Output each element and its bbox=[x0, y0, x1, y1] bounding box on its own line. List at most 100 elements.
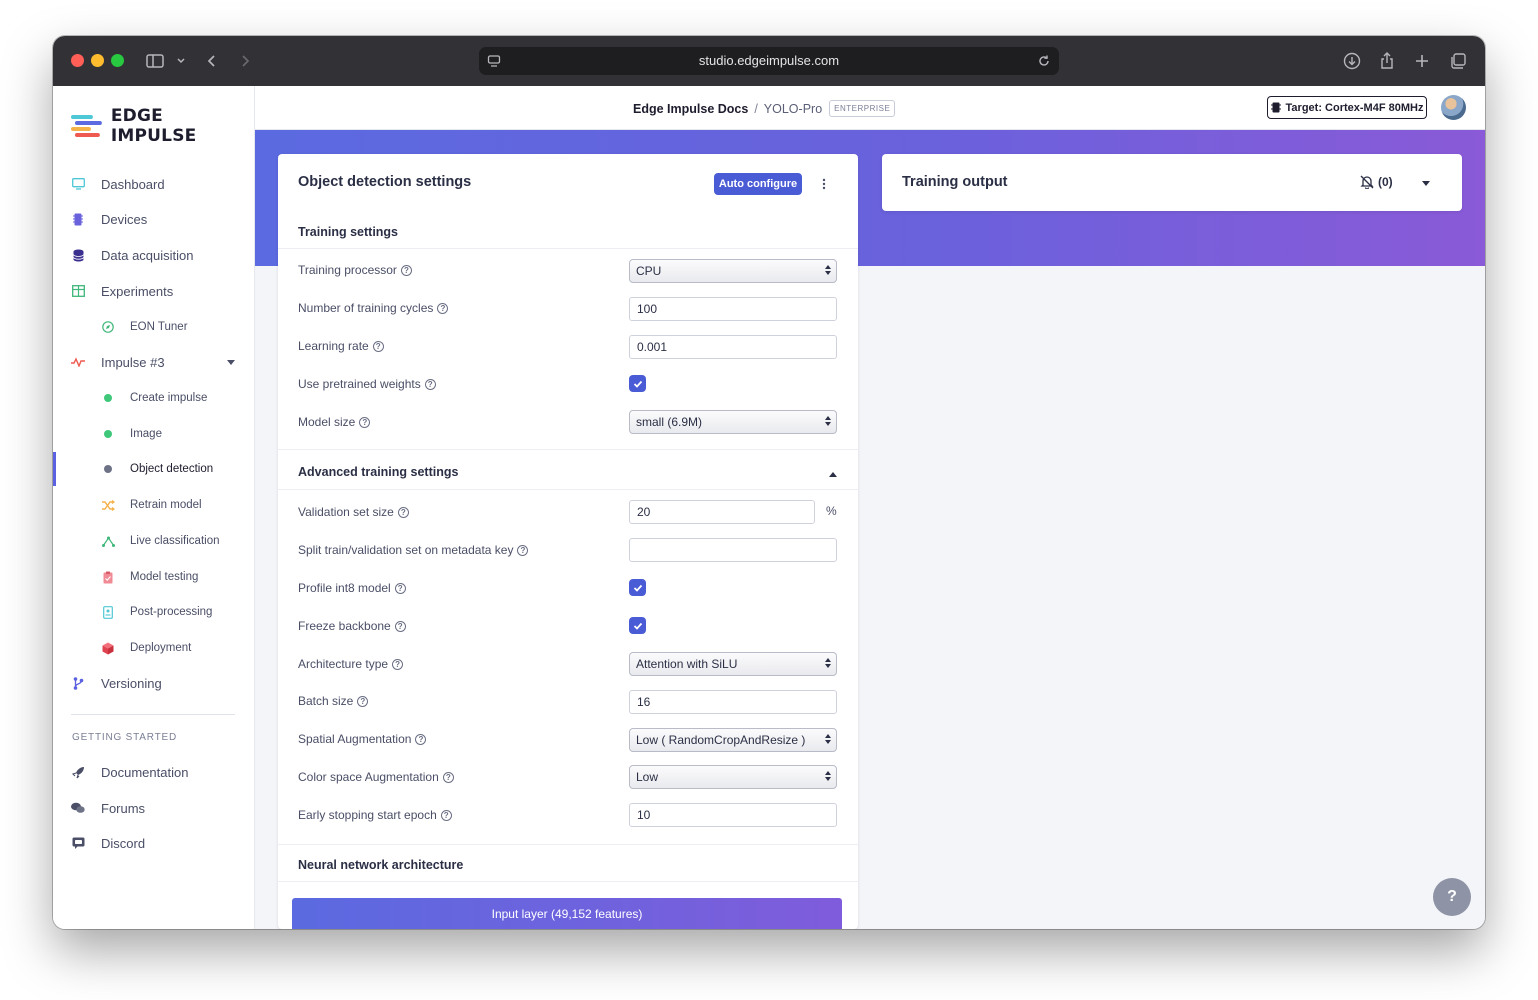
sidebar-item-model-testing[interactable]: Model testing bbox=[53, 560, 255, 594]
help-icon[interactable]: ? bbox=[392, 658, 404, 670]
sidebar-item-devices[interactable]: Devices bbox=[53, 202, 255, 236]
sidebar-item-label: Object detection bbox=[130, 463, 214, 475]
sidebar-toggle-icon[interactable] bbox=[145, 50, 165, 72]
divider bbox=[278, 489, 858, 490]
sidebar-item-impulse[interactable]: Impulse #3 bbox=[53, 345, 255, 379]
sidebar-item-dashboard[interactable]: Dashboard bbox=[53, 167, 255, 201]
select-arrows-icon bbox=[825, 771, 831, 781]
sidebar-item-experiments[interactable]: Experiments bbox=[53, 274, 255, 308]
reload-icon[interactable] bbox=[1037, 54, 1051, 73]
logo[interactable]: EDGE IMPULSE bbox=[71, 106, 254, 146]
early-stopping-input[interactable]: 10 bbox=[629, 803, 837, 827]
breadcrumb-project[interactable]: Edge Impulse Docs bbox=[633, 102, 748, 116]
select-arrows-icon bbox=[825, 734, 831, 744]
checkmark-icon bbox=[633, 380, 642, 388]
label-text: Number of training cycles bbox=[298, 301, 434, 315]
new-tab-icon[interactable] bbox=[1412, 50, 1432, 72]
training-settings-heading: Training settings bbox=[298, 225, 399, 239]
help-icon[interactable]: ? bbox=[424, 378, 436, 390]
help-icon[interactable]: ? bbox=[400, 264, 412, 276]
chevron-down-icon[interactable] bbox=[227, 360, 235, 365]
table-icon bbox=[71, 284, 85, 298]
sidebar-item-deployment[interactable]: Deployment bbox=[53, 631, 255, 665]
branch-icon bbox=[71, 676, 85, 690]
help-icon[interactable]: ? bbox=[397, 506, 409, 518]
validation-size-input[interactable]: 20 bbox=[629, 500, 815, 524]
green-dot-icon bbox=[101, 391, 115, 405]
auto-configure-button[interactable]: Auto configure bbox=[714, 173, 802, 195]
freeze-backbone-checkbox[interactable] bbox=[629, 617, 646, 634]
sidebar-item-post-processing[interactable]: Post-processing bbox=[53, 595, 255, 629]
help-icon[interactable]: ? bbox=[437, 302, 449, 314]
pretrained-weights-checkbox[interactable] bbox=[629, 375, 646, 392]
batch-size-input[interactable]: 16 bbox=[629, 690, 837, 714]
select-arrows-icon bbox=[825, 265, 831, 275]
profile-int8-checkbox[interactable] bbox=[629, 579, 646, 596]
help-icon[interactable]: ? bbox=[357, 695, 369, 707]
close-window-button[interactable] bbox=[71, 54, 84, 67]
help-icon[interactable]: ? bbox=[359, 416, 371, 428]
label-text: Architecture type bbox=[298, 657, 389, 671]
model-size-select[interactable]: small (6.9M) bbox=[629, 410, 837, 434]
cube-icon bbox=[101, 641, 115, 655]
input-layer-block[interactable]: Input layer (49,152 features) bbox=[292, 898, 842, 929]
split-metadata-input[interactable] bbox=[629, 538, 837, 562]
architecture-type-select[interactable]: Attention with SiLU bbox=[629, 652, 837, 676]
sidebar-item-image[interactable]: Image bbox=[53, 417, 255, 451]
collapse-icon[interactable] bbox=[829, 472, 837, 477]
sidebar-item-live-classification[interactable]: Live classification bbox=[53, 524, 255, 558]
help-icon[interactable]: ? bbox=[372, 340, 384, 352]
target-device-button[interactable]: Target: Cortex-M4F 80MHz bbox=[1267, 96, 1427, 119]
training-processor-select[interactable]: CPU bbox=[629, 259, 837, 283]
sidebar-item-discord[interactable]: Discord bbox=[53, 826, 255, 860]
monitor-icon bbox=[71, 177, 85, 191]
target-label: Target: Cortex-M4F 80MHz bbox=[1285, 101, 1424, 114]
back-icon[interactable] bbox=[205, 50, 219, 72]
sidebar-item-create-impulse[interactable]: Create impulse bbox=[53, 381, 255, 415]
maximize-window-button[interactable] bbox=[111, 54, 124, 67]
compass-icon bbox=[101, 320, 115, 334]
chip-icon bbox=[1270, 102, 1281, 113]
sidebar-item-label: Documentation bbox=[101, 764, 189, 780]
breadcrumb-name[interactable]: YOLO-Pro bbox=[764, 102, 822, 116]
help-icon[interactable]: ? bbox=[394, 582, 406, 594]
sidebar-item-eon-tuner[interactable]: EON Tuner bbox=[53, 310, 255, 344]
sidebar-item-forums[interactable]: Forums bbox=[53, 791, 255, 825]
help-icon[interactable]: ? bbox=[394, 620, 406, 632]
sidebar-item-data-acquisition[interactable]: Data acquisition bbox=[53, 238, 255, 272]
breadcrumb: Edge Impulse Docs / YOLO-Pro ENTERPRISE bbox=[633, 100, 896, 117]
share-icon[interactable] bbox=[1377, 50, 1397, 72]
sidebar-item-versioning[interactable]: Versioning bbox=[53, 666, 255, 700]
chevron-down-icon[interactable] bbox=[1422, 181, 1430, 186]
sidebar-item-object-detection[interactable]: Object detection bbox=[53, 452, 255, 486]
address-bar[interactable]: studio.edgeimpulse.com bbox=[479, 47, 1059, 75]
learning-rate-input[interactable]: 0.001 bbox=[629, 335, 837, 359]
sidebar-item-retrain-model[interactable]: Retrain model bbox=[53, 488, 255, 522]
more-options-icon[interactable] bbox=[818, 176, 830, 192]
logo-text: EDGE IMPULSE bbox=[110, 106, 197, 146]
database-icon bbox=[71, 248, 85, 262]
tab-overview-icon[interactable] bbox=[1448, 50, 1468, 72]
forward-icon[interactable] bbox=[238, 50, 252, 72]
label-text: Early stopping start epoch bbox=[298, 808, 437, 822]
advanced-settings-heading[interactable]: Advanced training settings bbox=[298, 465, 458, 479]
training-cycles-input[interactable]: 100 bbox=[629, 297, 837, 321]
download-icon[interactable] bbox=[1342, 50, 1362, 72]
chevron-down-icon[interactable] bbox=[174, 50, 188, 72]
freeze-backbone-label: Freeze backbone? bbox=[298, 619, 406, 633]
spatial-augmentation-select[interactable]: Low ( RandomCropAndResize ) bbox=[629, 728, 837, 752]
color-augmentation-select[interactable]: Low bbox=[629, 765, 837, 789]
help-icon[interactable]: ? bbox=[517, 544, 529, 556]
help-icon[interactable]: ? bbox=[442, 771, 454, 783]
help-button[interactable]: ? bbox=[1433, 878, 1471, 916]
label-text: Spatial Augmentation bbox=[298, 732, 412, 746]
minimize-window-button[interactable] bbox=[91, 54, 104, 67]
help-icon[interactable]: ? bbox=[440, 809, 452, 821]
avatar[interactable] bbox=[1441, 95, 1466, 120]
help-icon[interactable]: ? bbox=[415, 733, 427, 745]
sidebar-item-documentation[interactable]: Documentation bbox=[53, 755, 255, 789]
select-value: Low ( RandomCropAndResize ) bbox=[636, 733, 806, 747]
select-arrows-icon bbox=[825, 416, 831, 426]
sidebar-item-label: Create impulse bbox=[130, 392, 208, 404]
notifications-toggle[interactable]: (0) bbox=[1360, 175, 1393, 189]
